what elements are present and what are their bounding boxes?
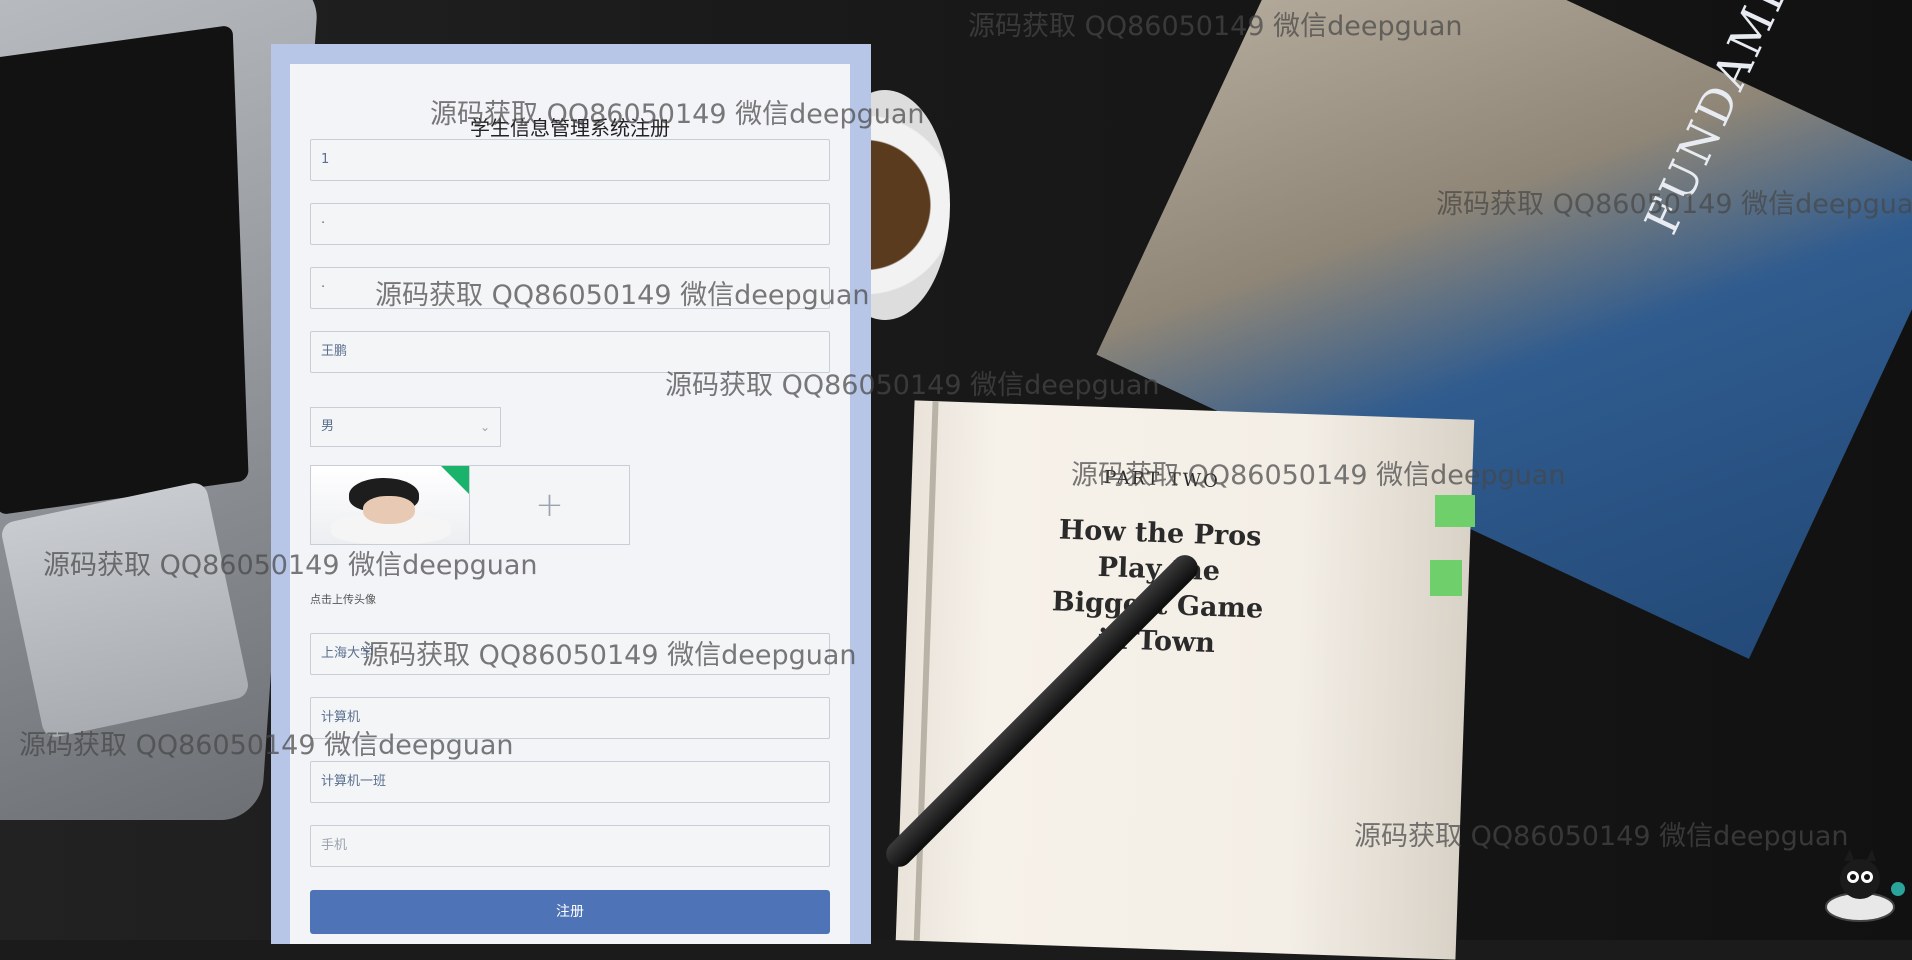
book-part-label: PART TWO — [1103, 467, 1221, 493]
gender-select[interactable]: 男 ⌄ — [310, 407, 501, 447]
account-field[interactable]: 1 — [310, 139, 830, 181]
register-button[interactable]: 注册 — [310, 890, 830, 934]
mascot-icon[interactable] — [1820, 845, 1906, 925]
phone-field[interactable]: 手机 — [310, 825, 830, 867]
book-spine — [913, 401, 939, 941]
page-title: 学生信息管理系统注册 — [470, 116, 670, 140]
register-panel: 学生信息管理系统注册 1 · · 王鹏 男 ⌄ + 点击上传头像 上海大学 计算… — [271, 44, 871, 944]
bookmark-tab — [1430, 560, 1462, 596]
chevron-down-icon: ⌄ — [479, 420, 490, 434]
password-field[interactable]: · — [310, 203, 830, 245]
name-field[interactable]: 王鹏 — [310, 331, 830, 373]
upload-hint: 点击上传头像 — [310, 593, 376, 606]
gender-selected-value: 男 — [321, 419, 335, 434]
trackpad-image — [0, 480, 251, 740]
upload-success-badge — [441, 466, 469, 494]
open-book-image: PART TWO How the Pros Play the Biggest G… — [895, 400, 1475, 960]
book-page-text: PART TWO How the Pros Play the Biggest G… — [1006, 464, 1312, 665]
avatar-upload: + — [310, 465, 630, 545]
plus-icon: + — [535, 485, 564, 525]
bookmark-tab — [1435, 495, 1475, 527]
register-form: 学生信息管理系统注册 1 · · 王鹏 男 ⌄ + 点击上传头像 上海大学 计算… — [290, 64, 850, 944]
keyboard-image — [0, 24, 249, 516]
avatar-photo-face — [363, 496, 415, 524]
major-field[interactable]: 计算机 — [310, 697, 830, 739]
school-field[interactable]: 上海大学 — [310, 633, 830, 675]
class-field[interactable]: 计算机一班 — [310, 761, 830, 803]
add-avatar-button[interactable]: + — [470, 465, 630, 545]
confirm-password-field[interactable]: · — [310, 267, 830, 309]
avatar-thumbnail[interactable] — [310, 465, 470, 545]
